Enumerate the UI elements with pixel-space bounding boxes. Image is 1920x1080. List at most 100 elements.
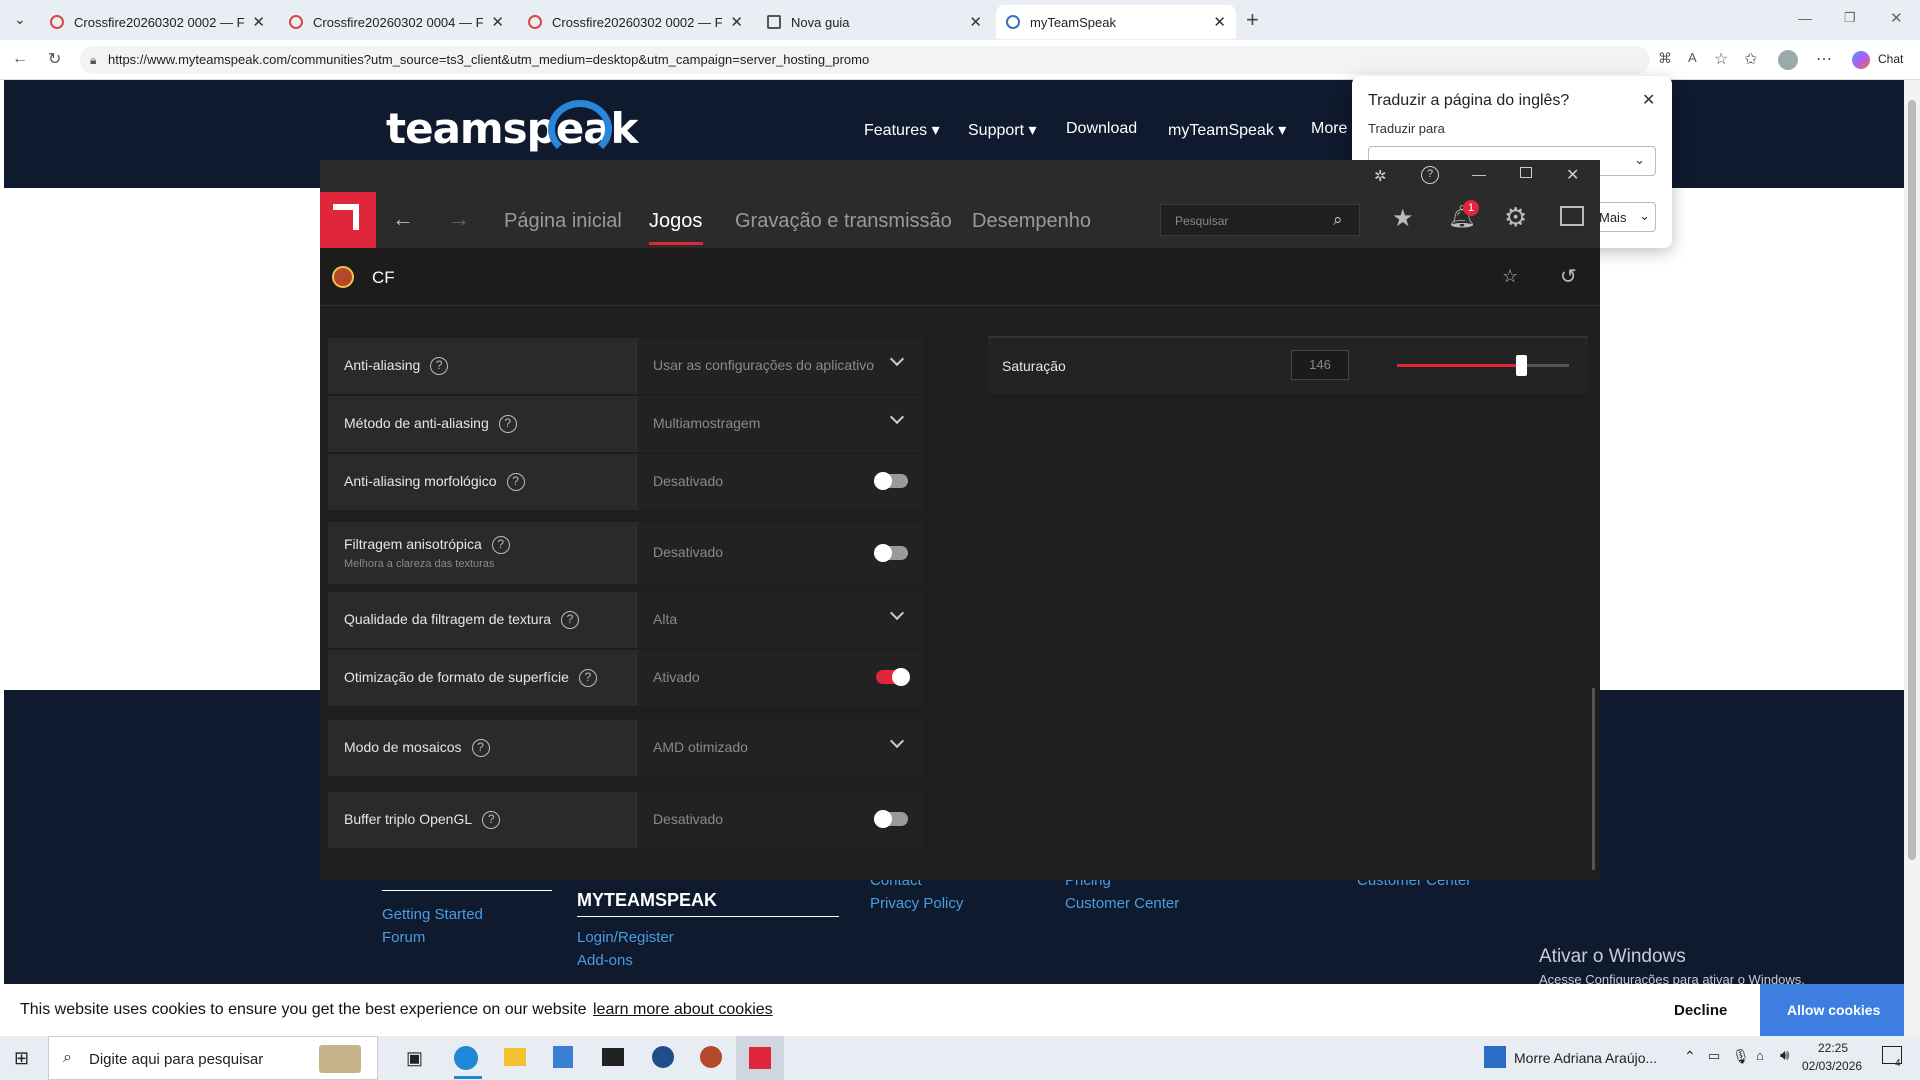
read-aloud-icon[interactable]: A xyxy=(1688,50,1697,65)
windows-start-icon[interactable]: ⊞ xyxy=(14,1048,29,1069)
nav-myteamspeak[interactable]: myTeamSpeak ▾ xyxy=(1168,120,1286,140)
close-icon[interactable]: ✕ xyxy=(969,13,982,31)
browser-tab[interactable]: Crossfire20260302 0004 — Freeim ✕ xyxy=(279,5,514,39)
anisotropic-toggle[interactable] xyxy=(874,544,908,562)
edge-app-icon[interactable] xyxy=(454,1046,478,1070)
minimize-icon[interactable]: — xyxy=(1472,166,1486,182)
aa-method-dropdown[interactable]: Multiamostragem xyxy=(636,396,924,452)
close-icon[interactable]: ✕ xyxy=(1642,90,1655,110)
browser-tab-active[interactable]: myTeamSpeak ✕ xyxy=(996,5,1236,39)
saturation-slider-handle[interactable] xyxy=(1515,355,1527,376)
browser-tab[interactable]: Nova guia ✕ xyxy=(757,5,992,39)
search-input[interactable]: Pesquisar ⌕ xyxy=(1160,204,1360,236)
network-icon[interactable]: ▭ xyxy=(1708,1048,1720,1064)
help-icon[interactable]: ? xyxy=(482,811,501,830)
nav-download[interactable]: Download xyxy=(1066,120,1137,138)
tab-list-chevron-icon[interactable]: ⌄ xyxy=(14,11,26,28)
tab-games[interactable]: Jogos xyxy=(649,210,702,233)
setting-row-surface-format[interactable]: Otimização de formato de superfície? Ati… xyxy=(328,650,924,706)
saturation-slider[interactable] xyxy=(1397,355,1569,376)
opengl-triple-buffer-toggle[interactable] xyxy=(874,810,908,828)
learn-more-cookies-link[interactable]: learn more about cookies xyxy=(593,1001,773,1019)
taskbar-user[interactable]: Morre Adriana Araújo... xyxy=(1514,1050,1657,1066)
new-tab-plus-icon[interactable]: + xyxy=(1246,7,1259,33)
anti-aliasing-dropdown[interactable]: Usar as configurações do aplicativo xyxy=(636,338,924,394)
task-view-icon[interactable]: ▣ xyxy=(406,1048,423,1069)
favorites-star-icon[interactable]: ★ xyxy=(1392,204,1414,233)
page-scrollbar[interactable] xyxy=(1904,80,1920,1036)
crossfire-app-icon[interactable] xyxy=(700,1046,722,1068)
footer-link-privacy[interactable]: Privacy Policy xyxy=(870,895,963,912)
maximize-icon[interactable] xyxy=(1520,167,1532,178)
nav-more[interactable]: More xyxy=(1311,120,1347,138)
teamspeak-app-icon[interactable] xyxy=(652,1046,674,1068)
nav-support[interactable]: Support ▾ xyxy=(968,120,1037,140)
chevron-up-icon[interactable]: ⌃ xyxy=(1684,1048,1696,1065)
file-explorer-icon[interactable] xyxy=(504,1048,526,1066)
volume-icon[interactable]: 🔊︎ xyxy=(1780,1047,1789,1064)
setting-row-anisotropic[interactable]: Filtragem anisotrópica? Melhora a clarez… xyxy=(328,522,924,584)
tab-recording-streaming[interactable]: Gravação e transmissão xyxy=(735,210,952,233)
settings-gear-icon[interactable]: ⚙ xyxy=(1504,202,1527,233)
help-icon[interactable]: ? xyxy=(498,415,517,434)
copilot-icon[interactable] xyxy=(1852,51,1870,69)
chat-label[interactable]: Chat xyxy=(1878,52,1903,66)
sidebar-toggle-icon[interactable] xyxy=(1560,206,1584,226)
help-icon[interactable]: ? xyxy=(430,357,449,376)
profile-avatar[interactable] xyxy=(1778,50,1798,70)
footer-link-getting-started[interactable]: Getting Started xyxy=(382,906,483,923)
url-bar[interactable]: 🔒︎ https://www.myteamspeak.com/communiti… xyxy=(80,46,1650,74)
minimize-icon[interactable]: — xyxy=(1798,10,1812,26)
help-icon[interactable]: ? xyxy=(1421,166,1439,184)
refresh-icon[interactable]: ↻ xyxy=(48,49,61,69)
footer-link-forum[interactable]: Forum xyxy=(382,929,425,946)
footer-link-login[interactable]: Login/Register xyxy=(577,929,674,946)
close-icon[interactable]: ✕ xyxy=(252,13,265,31)
tessellation-dropdown[interactable]: AMD otimizado xyxy=(636,720,924,776)
amd-app-active[interactable] xyxy=(736,1036,784,1080)
store-icon[interactable] xyxy=(553,1046,573,1068)
browser-tab[interactable]: Crossfire20260302 0002 — Freeim ✕ xyxy=(518,5,753,39)
help-icon[interactable]: ? xyxy=(491,536,510,555)
close-window-icon[interactable]: ✕ xyxy=(1890,9,1903,27)
setting-row-texture-quality[interactable]: Qualidade da filtragem de textura? Alta xyxy=(328,592,924,648)
amd-scrollbar[interactable] xyxy=(1592,688,1595,870)
translate-icon[interactable]: ⌘ xyxy=(1658,50,1672,67)
close-icon[interactable]: ✕ xyxy=(1566,165,1579,185)
surface-format-toggle[interactable] xyxy=(876,668,910,686)
setting-row-anti-aliasing[interactable]: Anti-aliasing? Usar as configurações do … xyxy=(328,338,924,394)
texture-quality-dropdown[interactable]: Alta xyxy=(636,592,924,648)
decline-button[interactable]: Decline xyxy=(1674,1002,1727,1019)
nav-features[interactable]: Features ▾ xyxy=(864,120,940,140)
more-options-icon[interactable]: ⋯ xyxy=(1816,49,1832,69)
help-icon[interactable]: ? xyxy=(471,739,490,758)
scrollbar-thumb[interactable] xyxy=(1908,100,1916,860)
help-icon[interactable]: ? xyxy=(561,611,580,630)
back-icon[interactable]: ← xyxy=(12,50,28,68)
setting-row-aa-method[interactable]: Método de anti-aliasing? Multiamostragem xyxy=(328,396,924,452)
browser-tab[interactable]: Crossfire20260302 0002 — Freeim ✕ xyxy=(40,5,275,39)
amd-logo-button[interactable] xyxy=(320,192,376,248)
setting-row-morphological-aa[interactable]: Anti-aliasing morfológico? Desativado xyxy=(328,454,924,510)
outlook-icon[interactable] xyxy=(1484,1046,1506,1068)
favorite-star-icon[interactable]: ☆ xyxy=(1714,49,1728,69)
saturation-value-input[interactable]: 146 xyxy=(1291,350,1349,380)
close-icon[interactable]: ✕ xyxy=(1213,13,1226,31)
tab-home[interactable]: Página inicial xyxy=(504,210,622,233)
wifi-icon[interactable]: ⌂ xyxy=(1756,1048,1764,1063)
clock-time[interactable]: 22:25 xyxy=(1818,1041,1848,1055)
taskbar-search-input[interactable]: ⌕ Digite aqui para pesquisar xyxy=(48,1036,378,1080)
footer-link-addons[interactable]: Add-ons xyxy=(577,952,633,969)
favorite-game-star-icon[interactable]: ☆ xyxy=(1502,266,1518,287)
bug-report-icon[interactable]: ✲ xyxy=(1374,167,1387,185)
back-arrow-icon[interactable]: ← xyxy=(392,206,414,232)
tab-performance[interactable]: Desempenho xyxy=(972,210,1091,233)
close-icon[interactable]: ✕ xyxy=(491,13,504,31)
setting-row-opengl-triple-buffer[interactable]: Buffer triplo OpenGL? Desativado xyxy=(328,792,924,848)
help-icon[interactable]: ? xyxy=(578,669,597,688)
clock-date[interactable]: 02/03/2026 xyxy=(1802,1059,1862,1073)
footer-link-customer-center[interactable]: Customer Center xyxy=(1065,895,1179,912)
forward-arrow-icon[interactable]: → xyxy=(448,206,470,232)
restore-icon[interactable]: ❐ xyxy=(1844,10,1856,26)
mail-icon[interactable] xyxy=(602,1048,624,1066)
